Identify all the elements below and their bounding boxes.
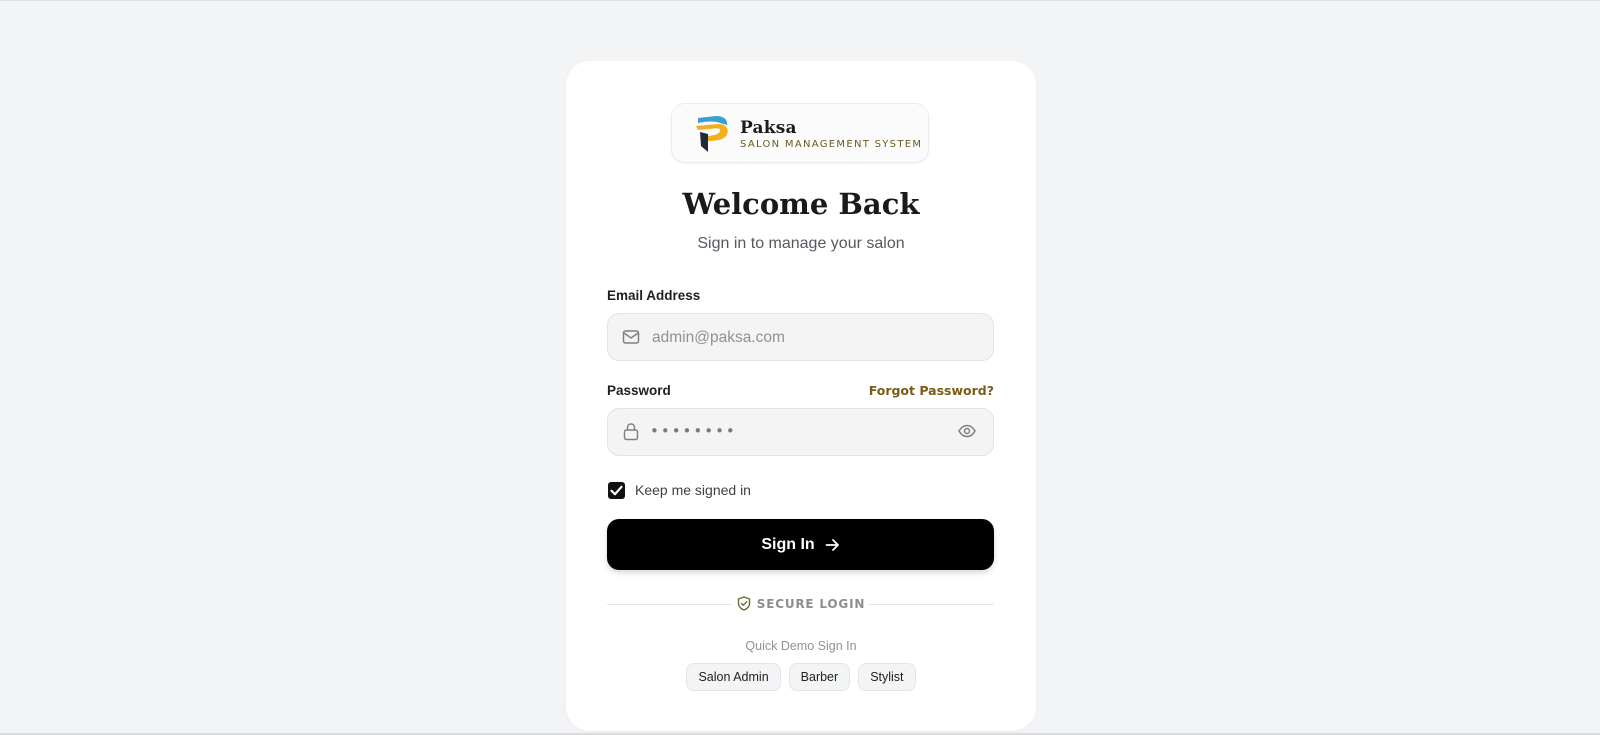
keep-signed-in-label[interactable]: Keep me signed in (635, 482, 751, 498)
sign-in-label: Sign In (761, 535, 815, 553)
mail-icon (622, 330, 640, 344)
password-field-box[interactable]: •••••••• (607, 408, 994, 456)
login-card: Paksa SALON MANAGEMENT SYSTEM Welcome Ba… (566, 61, 1036, 731)
sign-in-button[interactable]: Sign In (607, 519, 994, 570)
email-field-box (607, 313, 994, 362)
demo-barber-button[interactable]: Barber (788, 663, 851, 691)
page-title: Welcome Back (682, 187, 920, 221)
top-border (0, 0, 1600, 1)
brand-logo-box: Paksa SALON MANAGEMENT SYSTEM (671, 103, 929, 163)
shield-check-icon (737, 596, 750, 611)
demo-stylist-button[interactable]: Stylist (858, 663, 916, 691)
checkmark-icon (610, 485, 623, 496)
email-label: Email Address (607, 288, 701, 303)
email-input[interactable] (650, 314, 954, 362)
arrow-right-icon (825, 538, 839, 551)
lock-icon (623, 423, 639, 441)
brand-name: Paksa (740, 118, 797, 138)
paksa-logo-icon (696, 116, 728, 152)
quick-demo-options: Salon Admin Barber Stylist (566, 663, 1036, 691)
demo-salon-admin-button[interactable]: Salon Admin (686, 663, 781, 691)
page-subtitle: Sign in to manage your salon (697, 235, 905, 252)
secure-login-label: SECURE LOGIN (756, 596, 866, 611)
secure-login-badge: SECURE LOGIN (566, 596, 1036, 614)
password-input[interactable]: •••••••• (650, 422, 737, 440)
eye-icon[interactable] (958, 424, 976, 438)
quick-demo-label: Quick Demo Sign In (745, 639, 857, 653)
password-label: Password (607, 383, 671, 398)
keep-signed-in-checkbox[interactable] (608, 482, 625, 499)
brand-tagline: SALON MANAGEMENT SYSTEM (740, 139, 923, 150)
forgot-password-link[interactable]: Forgot Password? (869, 383, 994, 398)
